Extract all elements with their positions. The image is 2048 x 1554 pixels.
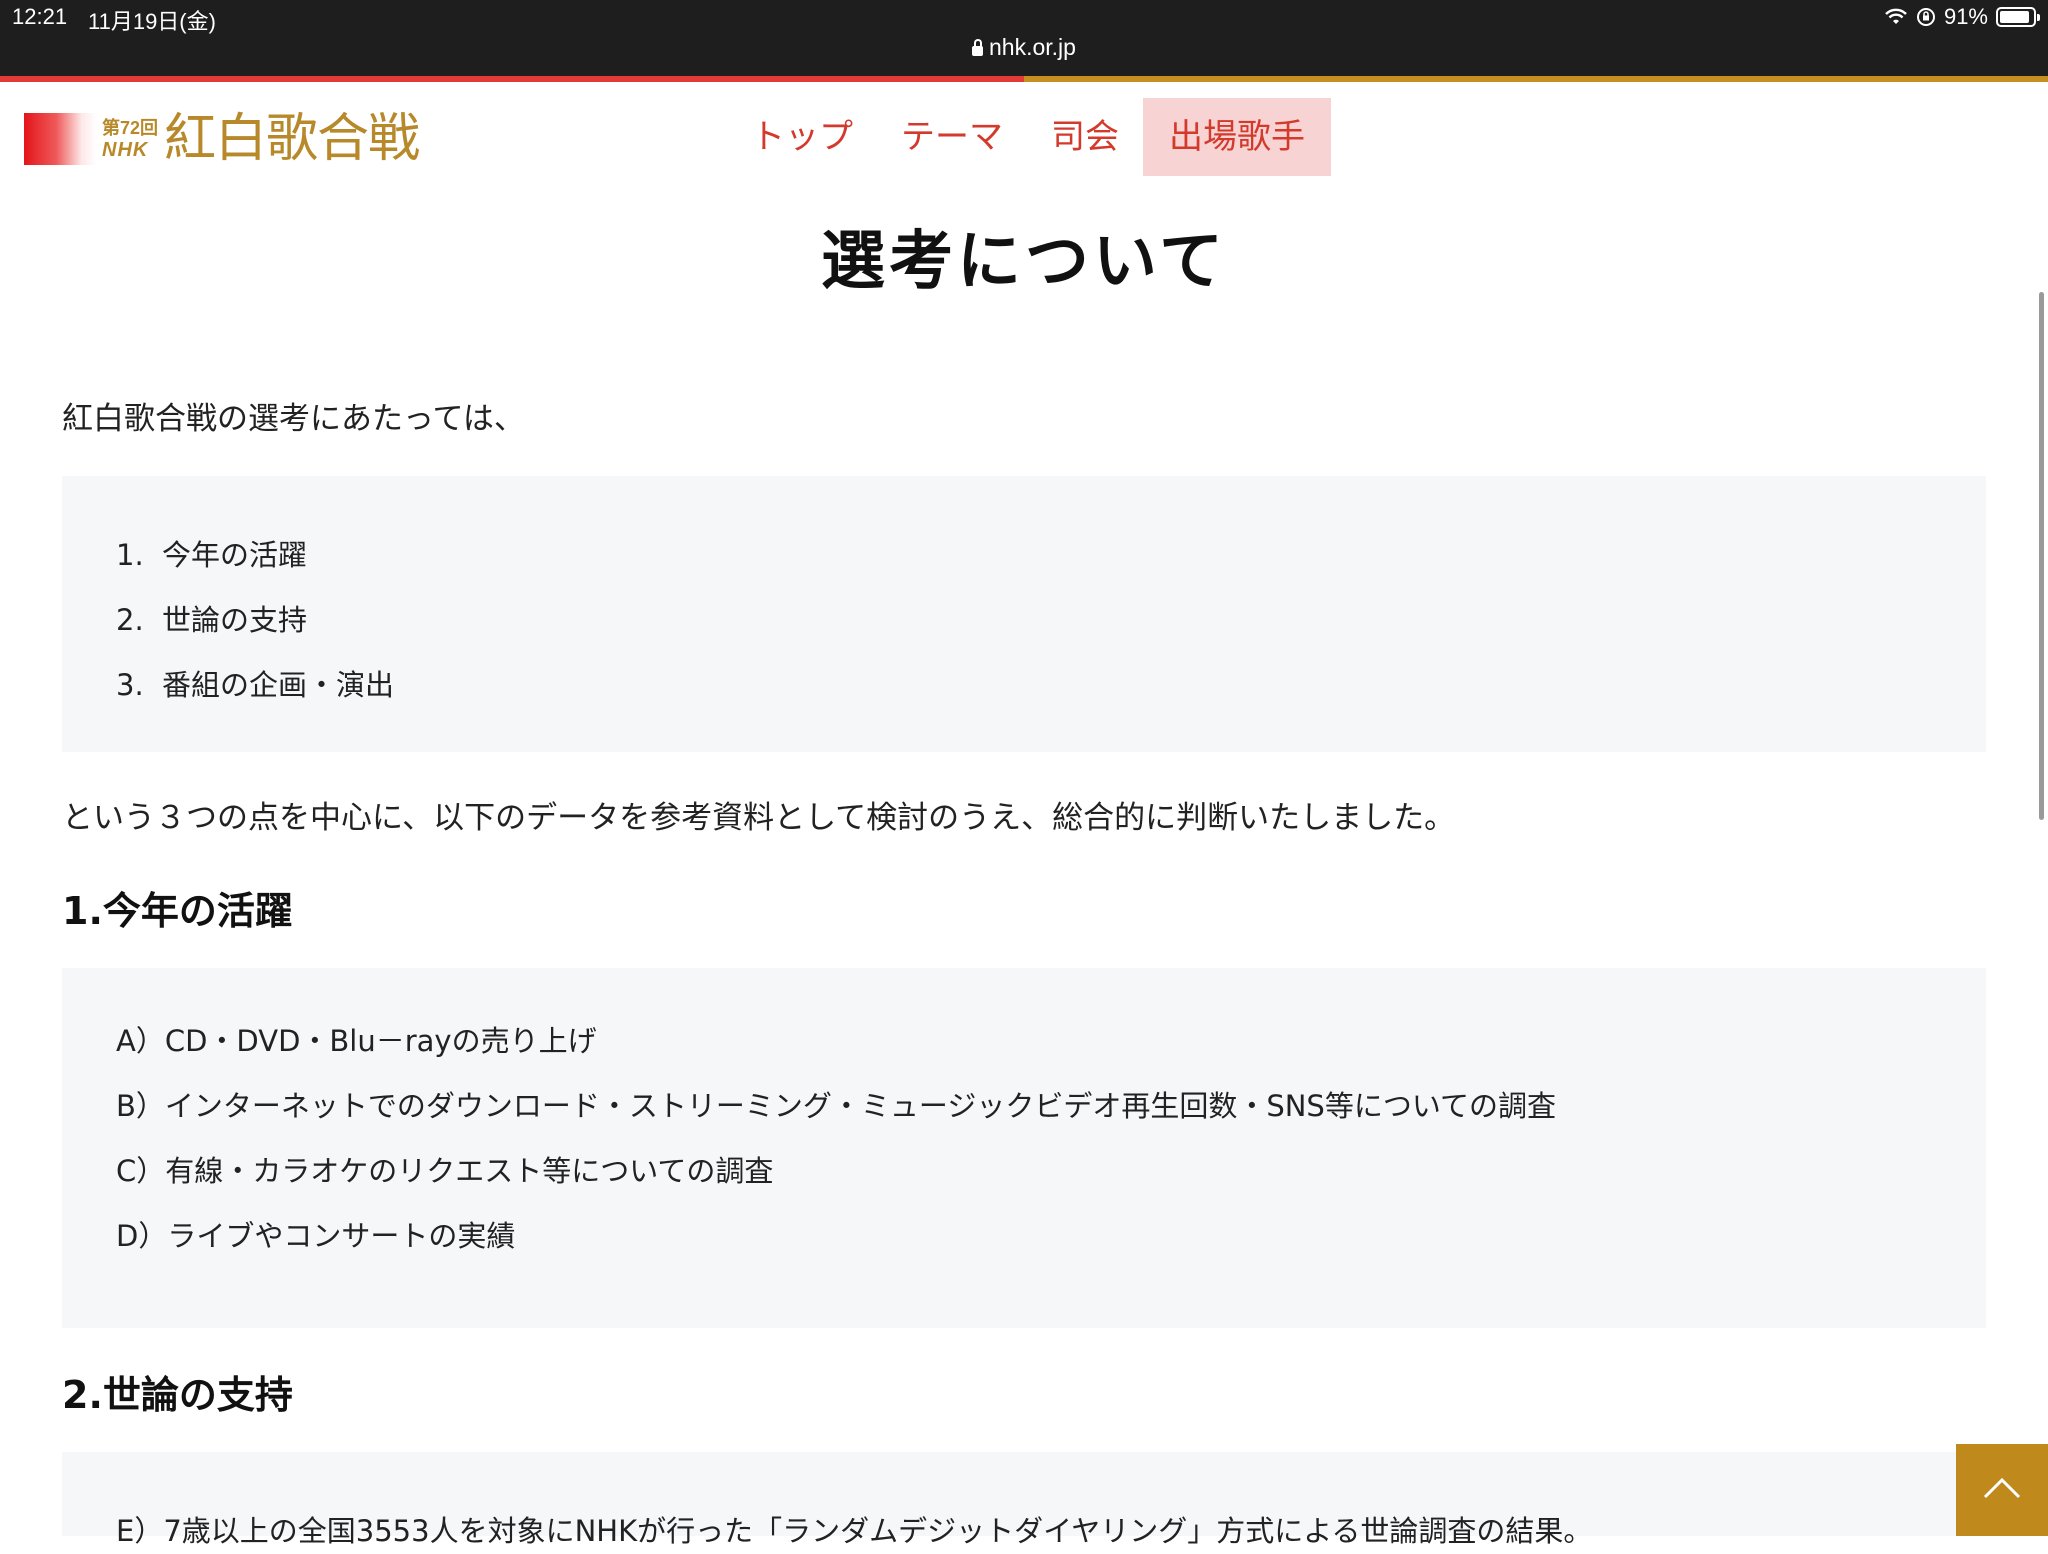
status-date: 11月19日(金) <box>88 9 216 34</box>
logo-sun-mark <box>24 113 96 165</box>
list-text: 番組の企画・演出 <box>162 668 395 702</box>
nav-item-top[interactable]: トップ <box>727 98 877 176</box>
list-number: 1. <box>116 538 144 572</box>
nav-item-host[interactable]: 司会 <box>1027 98 1143 176</box>
back-to-top-button[interactable] <box>1956 1444 2048 1536</box>
intro-text: 紅白歌合戦の選考にあたっては、 <box>62 401 525 437</box>
chevron-up-icon <box>1983 1477 2021 1499</box>
orientation-lock-icon <box>1916 7 1936 27</box>
criteria-box: 1. 今年の活躍 2. 世論の支持 3. 番組の企画・演出 <box>62 476 1986 752</box>
logo-ordinal: 第72回 <box>102 118 159 138</box>
list-item: 3. 番組の企画・演出 <box>116 662 394 727</box>
list-item: 1. 今年の活躍 <box>116 532 394 597</box>
wifi-icon <box>1884 8 1908 26</box>
list-text: 世論の支持 <box>162 603 308 637</box>
public-support-box: E）7歳以上の全国3553人を対象にNHKが行った「ランダムデジットダイヤリング… <box>62 1452 1986 1548</box>
list-item: A）CD・DVD・Blu－rayの売り上げ <box>116 1024 597 1058</box>
battery-percent: 91% <box>1943 4 1988 29</box>
list-item: E）7歳以上の全国3553人を対象にNHKが行った「ランダムデジットダイヤリング… <box>116 1514 1593 1548</box>
status-indicators: 91% <box>1884 4 2040 30</box>
lock-icon <box>972 39 984 56</box>
section-heading-activity: 1.今年の活躍 <box>62 889 293 933</box>
battery-icon <box>1996 7 2040 27</box>
list-item: C）有線・カラオケのリクエスト等についての調査 <box>116 1154 774 1188</box>
section-heading-public-support: 2.世論の支持 <box>62 1373 293 1417</box>
list-item: D）ライブやコンサートの実績 <box>116 1219 516 1253</box>
logo-network: NHK <box>102 139 149 161</box>
page-title: 選考について <box>820 224 1228 299</box>
list-number: 2. <box>116 603 144 637</box>
activity-list: A）CD・DVD・Blu－rayの売り上げ B）インターネットでのダウンロード・… <box>116 1018 1556 1278</box>
activity-data-box: A）CD・DVD・Blu－rayの売り上げ B）インターネットでのダウンロード・… <box>62 968 1986 1328</box>
site-header: 第72回 NHK 紅白歌合戦 トップ テーマ 司会 出場歌手 <box>0 82 2048 202</box>
site-logo[interactable]: 第72回 NHK 紅白歌合戦 <box>24 109 420 169</box>
address-bar[interactable]: nhk.or.jp <box>0 34 2048 61</box>
battery-fill <box>2000 11 2029 23</box>
logo-badge: 第72回 NHK <box>102 117 158 161</box>
url-text: nhk.or.jp <box>989 34 1076 60</box>
summary-text: という３つの点を中心に、以下のデータを参考資料として検討のうえ、総合的に判断いた… <box>62 800 1456 836</box>
logo-title: 紅白歌合戦 <box>164 109 420 169</box>
criteria-list: 1. 今年の活躍 2. 世論の支持 3. 番組の企画・演出 <box>116 532 394 727</box>
nav-item-theme[interactable]: テーマ <box>877 98 1027 176</box>
nav-item-performers[interactable]: 出場歌手 <box>1143 98 1331 176</box>
list-item: 2. 世論の支持 <box>116 597 394 662</box>
page-scrollbar[interactable] <box>2039 292 2044 820</box>
status-bar: 12:21 11月19日(金) nhk.or.jp 91% <box>0 0 2048 76</box>
main-nav: トップ テーマ 司会 出場歌手 <box>727 98 1331 176</box>
list-text: 今年の活躍 <box>162 538 308 572</box>
status-time: 12:21 <box>12 4 68 29</box>
list-number: 3. <box>116 668 144 702</box>
list-item: B）インターネットでのダウンロード・ストリーミング・ミュージックビデオ再生回数・… <box>116 1089 1556 1123</box>
